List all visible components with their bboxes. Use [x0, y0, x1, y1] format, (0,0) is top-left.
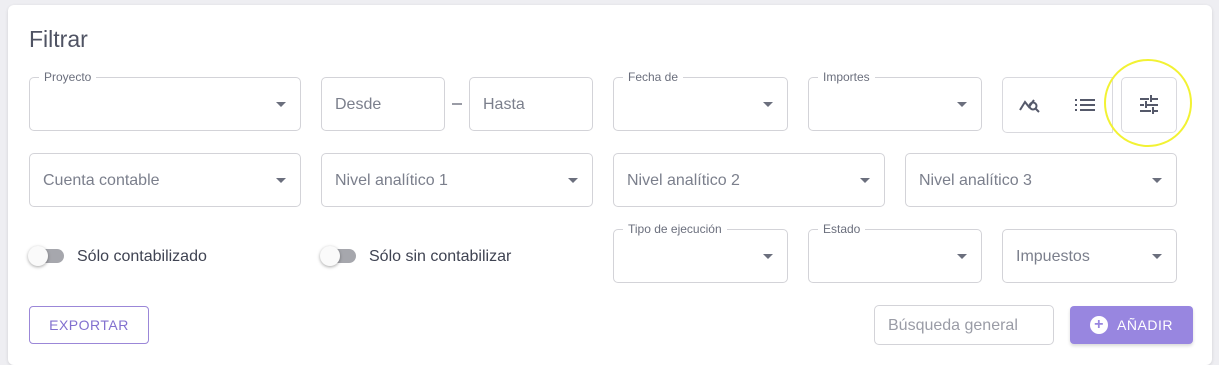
highlight-circle [1104, 59, 1192, 147]
range-separator [452, 103, 462, 105]
search-placeholder: Búsqueda general [888, 317, 1018, 334]
hasta-input[interactable]: Hasta [469, 77, 593, 131]
page-title: Filtrar [29, 26, 88, 52]
tipo-ejecucion-label: Tipo de ejecución [623, 222, 727, 236]
proyecto-select[interactable]: Proyecto [29, 70, 301, 131]
list-icon [1074, 99, 1095, 111]
chart-search-icon [1019, 99, 1040, 113]
cuenta-contable-select[interactable]: Cuenta contable [29, 153, 301, 207]
chevron-down-icon [568, 178, 578, 183]
chevron-down-icon [957, 254, 967, 259]
hasta-placeholder: Hasta [483, 96, 525, 113]
importes-select[interactable]: Importes [808, 70, 982, 131]
estado-label: Estado [818, 222, 866, 236]
chevron-down-icon [276, 102, 286, 107]
desde-placeholder: Desde [335, 96, 382, 113]
chevron-down-icon [1152, 254, 1162, 259]
nivel-analitico-1-select[interactable]: Nivel analítico 1 [321, 153, 593, 207]
impuestos-select[interactable]: Impuestos [1002, 229, 1177, 283]
proyecto-label: Proyecto [39, 70, 97, 84]
chevron-down-icon [860, 178, 870, 183]
desde-input[interactable]: Desde [321, 77, 445, 131]
solo-contabilizado-label: Sólo contabilizado [77, 248, 207, 265]
chevron-down-icon [763, 102, 773, 107]
importes-label: Importes [818, 70, 875, 84]
nivel-analitico-3-placeholder: Nivel analítico 3 [919, 172, 1032, 189]
nivel-analitico-3-select[interactable]: Nivel analítico 3 [905, 153, 1177, 207]
solo-sin-contabilizar-label: Sólo sin contabilizar [369, 248, 512, 265]
add-button[interactable]: + AÑADIR [1070, 306, 1193, 344]
nivel-analitico-1-placeholder: Nivel analítico 1 [335, 172, 448, 189]
estado-select[interactable]: Estado [808, 222, 982, 283]
toggle-knob [320, 246, 340, 266]
fecha-de-select[interactable]: Fecha de [613, 70, 788, 131]
search-input[interactable]: Búsqueda general [874, 305, 1054, 345]
impuestos-placeholder: Impuestos [1016, 248, 1090, 265]
chevron-down-icon [276, 178, 286, 183]
toggle-knob [28, 246, 48, 266]
chevron-down-icon [1152, 178, 1162, 183]
export-button[interactable]: EXPORTAR [29, 306, 149, 344]
nivel-analitico-2-select[interactable]: Nivel analítico 2 [613, 153, 885, 207]
plus-circle-icon: + [1090, 316, 1109, 334]
nivel-analitico-2-placeholder: Nivel analítico 2 [627, 172, 740, 189]
cuenta-contable-placeholder: Cuenta contable [43, 172, 160, 189]
chart-view-button[interactable] [1002, 77, 1058, 133]
fecha-de-label: Fecha de [623, 70, 684, 84]
tipo-ejecucion-select[interactable]: Tipo de ejecución [613, 222, 788, 283]
chevron-down-icon [957, 102, 967, 107]
add-button-label: AÑADIR [1117, 317, 1173, 333]
chevron-down-icon [763, 254, 773, 259]
